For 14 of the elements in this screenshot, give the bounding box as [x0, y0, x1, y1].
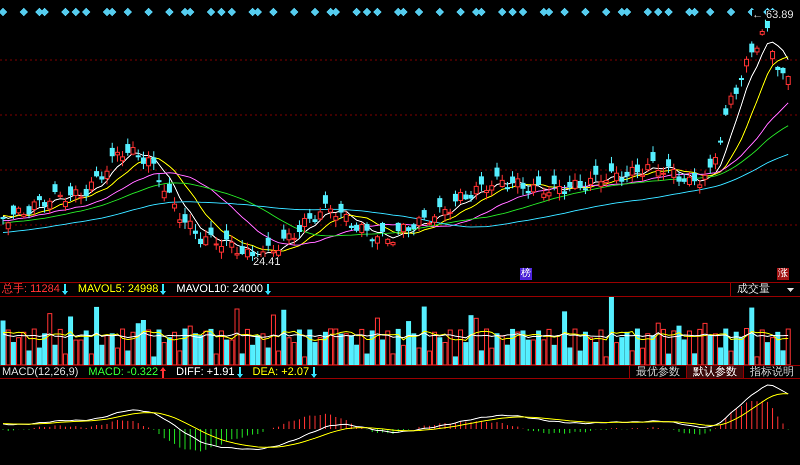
macd-legend-value: DIFF: +1.91: [176, 364, 235, 380]
parameter-tab[interactable]: 默认参数: [686, 366, 743, 378]
macd-legend-value: MACD: -0.322: [88, 364, 158, 380]
high-price-label: 63.89: [766, 10, 794, 21]
low-price-label: 24.41: [253, 257, 281, 268]
indicator-selector[interactable]: 成交量: [730, 282, 800, 296]
signal-badge: 榜: [520, 268, 532, 280]
macd-legend-value: DEA: +2.07: [252, 364, 310, 380]
volume-legend-value: MAVOL5: 24998: [78, 282, 158, 298]
dropdown-caret-icon: [787, 288, 794, 292]
signal-badge: 涨: [777, 268, 789, 280]
volume-legend-value: MAVOL10: 24000: [176, 282, 264, 298]
macd-legend-value: MACD(12,26,9): [2, 364, 78, 380]
volume-legend-value: 总手: 11284: [2, 282, 60, 298]
